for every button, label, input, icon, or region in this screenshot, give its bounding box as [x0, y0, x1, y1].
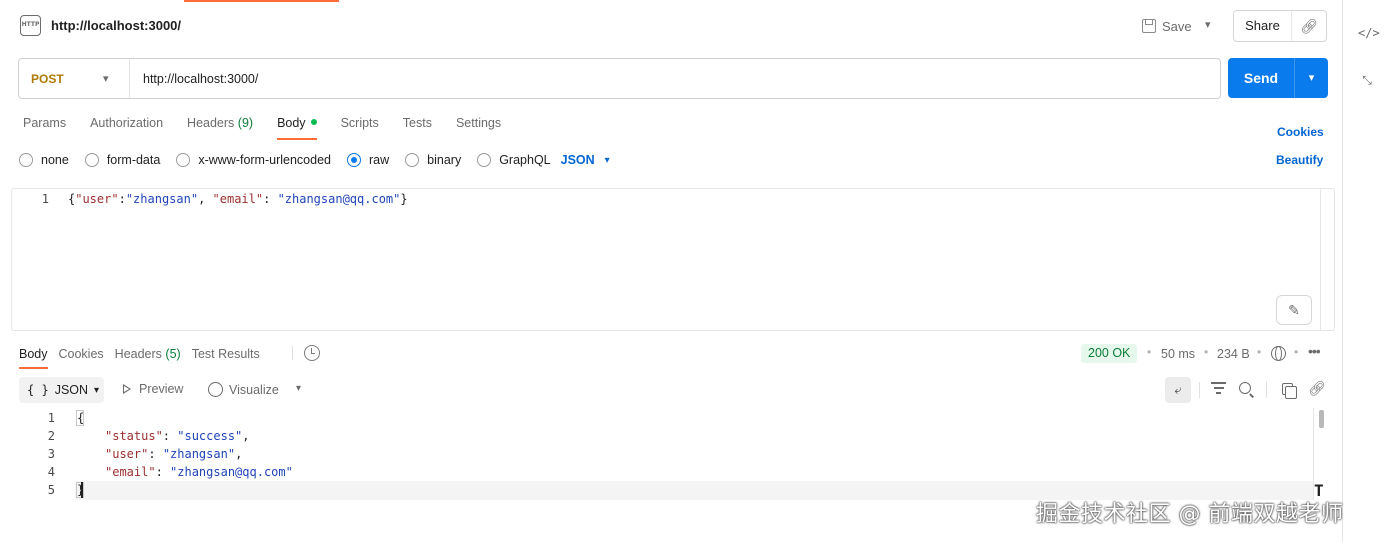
scrollbar[interactable]: [1319, 410, 1324, 428]
line-number: 5: [47, 483, 55, 497]
response-tab-test-results[interactable]: Test Results: [192, 347, 260, 369]
radio-graphql[interactable]: GraphQL: [477, 153, 551, 167]
wrap-lines-icon[interactable]: ⤶: [1165, 377, 1191, 403]
visualize-icon: [208, 382, 223, 397]
code-line[interactable]: {"user":"zhangsan", "email": "zhangsan@q…: [68, 192, 408, 206]
line-number: 2: [47, 429, 55, 443]
right-sidebar: </> ⤡: [1344, 0, 1389, 542]
play-icon: [123, 384, 131, 394]
save-button[interactable]: Save: [1142, 12, 1192, 40]
chevron-down-icon: ▾: [94, 384, 100, 396]
separator-dot: •: [1294, 345, 1299, 359]
line-number: 1: [47, 411, 55, 425]
radio-urlencoded[interactable]: x-www-form-urlencoded: [176, 153, 331, 167]
beautify-link[interactable]: Beautify: [1276, 153, 1323, 167]
more-icon[interactable]: •••: [1308, 343, 1321, 359]
line-number: 1: [41, 192, 49, 206]
tab-body[interactable]: Body: [277, 116, 317, 140]
radio-form-data[interactable]: form-data: [84, 153, 160, 167]
body-type-options: none form-data x-www-form-urlencoded raw…: [19, 152, 610, 168]
code-line[interactable]: {: [77, 411, 84, 425]
request-body-editor[interactable]: 1 {"user":"zhangsan", "email": "zhangsan…: [11, 188, 1335, 331]
watermark: 掘金技术社区 @ 前端双越老师: [1036, 502, 1344, 527]
chevron-down-icon: ▾: [103, 73, 109, 85]
request-title[interactable]: http://localhost:3000/: [51, 18, 181, 33]
headers-count: (9): [237, 116, 254, 130]
cookies-link[interactable]: Cookies: [1277, 125, 1324, 139]
link-icon[interactable]: 🔗︎: [1308, 380, 1326, 397]
separator-dot: •: [1257, 345, 1262, 359]
visualize-button[interactable]: Visualize: [208, 382, 279, 397]
response-tab-body[interactable]: Body: [19, 347, 48, 369]
request-tabs: Params Authorization Headers (9) Body Sc…: [23, 116, 525, 140]
chevron-down-icon: ▾: [604, 154, 610, 166]
response-tab-cookies[interactable]: Cookies: [59, 347, 104, 369]
chevron-down-icon[interactable]: ▾: [1295, 58, 1328, 98]
chevron-down-icon[interactable]: ▾: [1205, 18, 1211, 31]
code-line[interactable]: "email": "zhangsan@qq.com": [105, 465, 293, 479]
text-cursor: [81, 482, 83, 498]
url-input[interactable]: [143, 71, 1043, 86]
divider: [1199, 382, 1200, 398]
response-size[interactable]: 234 B: [1217, 347, 1250, 361]
copy-icon[interactable]: [1282, 383, 1297, 399]
save-label: Save: [1162, 18, 1192, 34]
divider: [1266, 382, 1267, 398]
share-group: Share 🔗︎: [1233, 10, 1327, 42]
request-header: HTTP http://localhost:3000/ Save ▾ Share…: [0, 0, 1343, 52]
expand-icon[interactable]: ⤡: [1358, 71, 1376, 89]
line-number: 3: [47, 447, 55, 461]
radio-none[interactable]: none: [19, 153, 69, 167]
language-select[interactable]: JSON ▾: [561, 153, 610, 167]
scrollbar[interactable]: [1320, 189, 1334, 330]
tab-settings[interactable]: Settings: [456, 116, 501, 140]
share-button[interactable]: Share: [1234, 11, 1292, 41]
response-tabs: Body Cookies Headers (5) Test Results: [19, 347, 271, 369]
response-tab-headers[interactable]: Headers (5): [115, 347, 181, 369]
separator-dot: •: [1204, 345, 1209, 359]
response-format-select[interactable]: { } JSON ▾: [19, 377, 104, 403]
globe-icon[interactable]: [1271, 346, 1286, 361]
method-label: POST: [31, 71, 64, 86]
tab-scripts[interactable]: Scripts: [341, 116, 379, 140]
code-line[interactable]: "status": "success",: [105, 429, 250, 443]
tab-tests[interactable]: Tests: [403, 116, 432, 140]
filter-icon[interactable]: [1211, 382, 1226, 396]
divider: [292, 346, 293, 360]
request-workspace: HTTP http://localhost:3000/ Save ▾ Share…: [0, 0, 1343, 542]
tab-params[interactable]: Params: [23, 116, 66, 140]
radio-binary[interactable]: binary: [405, 153, 461, 167]
response-time[interactable]: 50 ms: [1161, 347, 1195, 361]
link-icon[interactable]: 🔗︎: [1292, 11, 1326, 41]
url-bar: POST ▾: [18, 58, 1221, 99]
http-icon: HTTP: [20, 15, 41, 36]
ai-assist-icon[interactable]: ✎: [1276, 295, 1312, 325]
radio-raw[interactable]: raw: [347, 153, 389, 167]
code-line[interactable]: "user": "zhangsan",: [105, 447, 242, 461]
tab-headers[interactable]: Headers (9): [187, 116, 253, 140]
method-select[interactable]: POST ▾: [19, 59, 130, 98]
code-icon[interactable]: </>: [1358, 24, 1380, 42]
status-badge[interactable]: 200 OK: [1081, 344, 1138, 363]
send-button[interactable]: Send: [1228, 58, 1295, 98]
send-button-group: Send ▾: [1228, 58, 1328, 98]
chevron-down-icon[interactable]: ▾: [296, 383, 301, 394]
tab-authorization[interactable]: Authorization: [90, 116, 163, 140]
separator-dot: •: [1147, 345, 1152, 359]
search-icon[interactable]: [1239, 382, 1251, 394]
history-icon[interactable]: [304, 345, 320, 361]
body-indicator-dot: [310, 118, 317, 125]
save-icon: [1142, 19, 1156, 33]
braces-icon: { }: [27, 383, 49, 397]
line-number: 4: [47, 465, 55, 479]
preview-button[interactable]: Preview: [123, 382, 183, 396]
